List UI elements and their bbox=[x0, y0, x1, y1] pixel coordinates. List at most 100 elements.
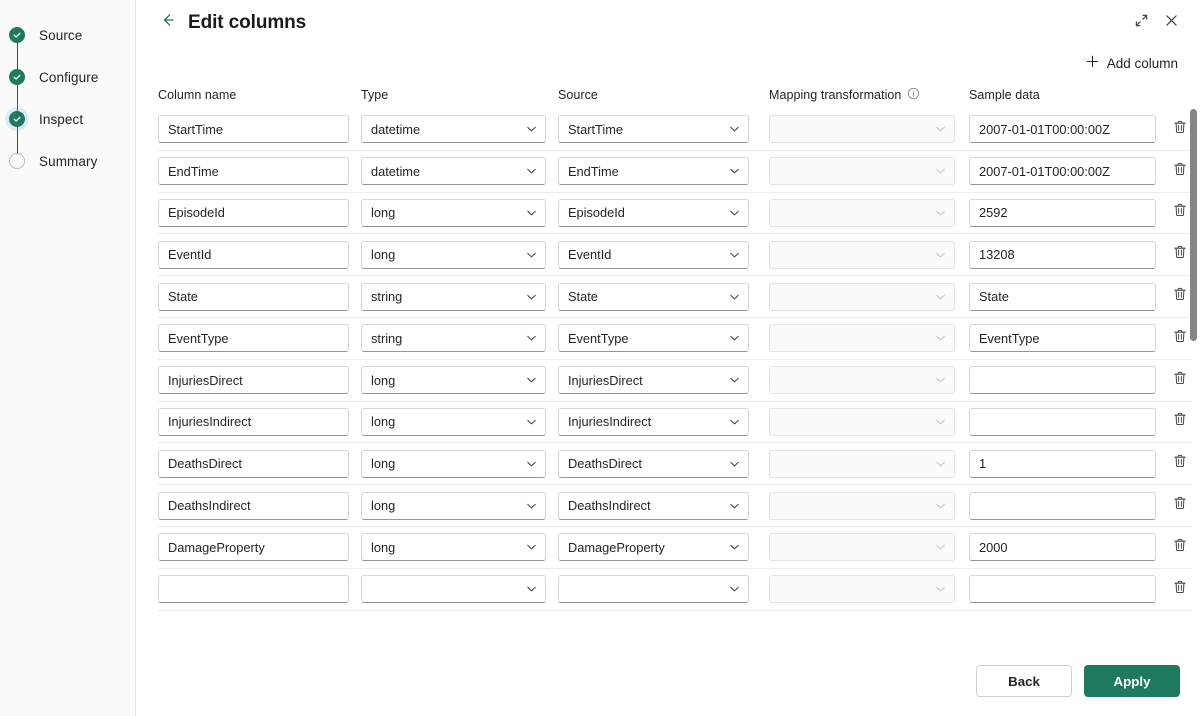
source-dropdown[interactable]: DamageProperty bbox=[558, 533, 749, 562]
mapping-transformation-dropdown[interactable] bbox=[769, 449, 955, 478]
column-name-input[interactable]: DamageProperty bbox=[158, 533, 349, 562]
header-mapping-label: Mapping transformation bbox=[769, 88, 902, 102]
close-dialog-button[interactable] bbox=[1156, 8, 1186, 38]
delete-row-button[interactable] bbox=[1167, 491, 1192, 521]
delete-row-button[interactable] bbox=[1167, 365, 1192, 395]
expand-dialog-button[interactable] bbox=[1126, 8, 1156, 38]
apply-button[interactable]: Apply bbox=[1084, 665, 1180, 697]
cell-mapping-transformation bbox=[769, 282, 969, 311]
column-name-input[interactable]: InjuriesIndirect bbox=[158, 407, 349, 436]
column-name-input[interactable]: InjuriesDirect bbox=[158, 366, 349, 395]
delete-row-button[interactable] bbox=[1167, 323, 1192, 353]
type-value: long bbox=[371, 498, 396, 514]
sample-data-input[interactable] bbox=[969, 491, 1156, 520]
type-dropdown[interactable]: datetime bbox=[361, 115, 546, 144]
back-navigation-button[interactable] bbox=[154, 9, 182, 37]
column-name-input[interactable]: EpisodeId bbox=[158, 198, 349, 227]
stepper-item-inspect[interactable]: Inspect bbox=[0, 98, 135, 140]
source-dropdown[interactable]: InjuriesDirect bbox=[558, 366, 749, 395]
source-dropdown[interactable]: EventId bbox=[558, 240, 749, 269]
sample-data-input[interactable]: State bbox=[969, 282, 1156, 311]
sample-data-input[interactable]: 2007-01-01T00:00:00Z bbox=[969, 115, 1156, 144]
sample-data-input[interactable]: EventType bbox=[969, 324, 1156, 353]
grid-scrollbar-thumb[interactable] bbox=[1190, 109, 1197, 341]
column-name-input[interactable]: EventType bbox=[158, 324, 349, 353]
type-dropdown[interactable]: long bbox=[361, 491, 546, 520]
source-dropdown[interactable]: State bbox=[558, 282, 749, 311]
mapping-transformation-dropdown[interactable] bbox=[769, 575, 955, 604]
edit-columns-dialog: Source Configure Inspect Summary Edit colum… bbox=[0, 0, 1200, 716]
source-dropdown[interactable]: EpisodeId bbox=[558, 198, 749, 227]
back-button[interactable]: Back bbox=[976, 665, 1072, 697]
source-dropdown[interactable] bbox=[558, 575, 749, 604]
chevron-down-icon bbox=[934, 165, 947, 178]
delete-row-button[interactable] bbox=[1167, 574, 1192, 604]
sample-data-input[interactable] bbox=[969, 575, 1156, 604]
type-dropdown[interactable]: long bbox=[361, 240, 546, 269]
chevron-down-icon bbox=[525, 457, 538, 470]
delete-row-button[interactable] bbox=[1167, 407, 1192, 437]
type-dropdown[interactable]: long bbox=[361, 366, 546, 395]
sample-data-input[interactable]: 2592 bbox=[969, 198, 1156, 227]
source-dropdown[interactable]: StartTime bbox=[558, 115, 749, 144]
type-dropdown[interactable]: long bbox=[361, 198, 546, 227]
chevron-down-icon bbox=[525, 206, 538, 219]
source-value: DeathsDirect bbox=[568, 456, 642, 472]
source-value: EventType bbox=[568, 330, 629, 346]
type-dropdown[interactable] bbox=[361, 575, 546, 604]
sample-data-input[interactable]: 2000 bbox=[969, 533, 1156, 562]
delete-row-button[interactable] bbox=[1167, 156, 1192, 186]
stepper-item-configure[interactable]: Configure bbox=[0, 56, 135, 98]
mapping-transformation-dropdown[interactable] bbox=[769, 324, 955, 353]
chevron-down-icon bbox=[525, 123, 538, 136]
column-name-input[interactable]: StartTime bbox=[158, 115, 349, 144]
mapping-transformation-dropdown[interactable] bbox=[769, 366, 955, 395]
type-dropdown[interactable]: string bbox=[361, 282, 546, 311]
cell-mapping-transformation bbox=[769, 157, 969, 186]
type-dropdown[interactable]: datetime bbox=[361, 157, 546, 186]
add-column-button[interactable]: Add column bbox=[1079, 50, 1184, 76]
type-dropdown[interactable]: long bbox=[361, 533, 546, 562]
mapping-transformation-dropdown[interactable] bbox=[769, 407, 955, 436]
delete-row-button[interactable] bbox=[1167, 282, 1192, 312]
mapping-transformation-dropdown[interactable] bbox=[769, 533, 955, 562]
grid-scrollbar[interactable] bbox=[1190, 109, 1197, 630]
stepper-item-summary[interactable]: Summary bbox=[0, 140, 135, 182]
delete-row-button[interactable] bbox=[1167, 449, 1192, 479]
source-dropdown[interactable]: EndTime bbox=[558, 157, 749, 186]
mapping-transformation-dropdown[interactable] bbox=[769, 491, 955, 520]
cell-type: long bbox=[361, 407, 558, 436]
mapping-transformation-dropdown[interactable] bbox=[769, 157, 955, 186]
source-dropdown[interactable]: InjuriesIndirect bbox=[558, 407, 749, 436]
column-name-input[interactable]: State bbox=[158, 282, 349, 311]
delete-row-button[interactable] bbox=[1167, 198, 1192, 228]
sample-data-input[interactable]: 1 bbox=[969, 449, 1156, 478]
source-dropdown[interactable]: DeathsIndirect bbox=[558, 491, 749, 520]
source-dropdown[interactable]: DeathsDirect bbox=[558, 449, 749, 478]
mapping-transformation-dropdown[interactable] bbox=[769, 282, 955, 311]
delete-row-button[interactable] bbox=[1167, 240, 1192, 270]
mapping-transformation-dropdown[interactable] bbox=[769, 240, 955, 269]
column-name-input[interactable] bbox=[158, 575, 349, 604]
column-name-input[interactable]: DeathsDirect bbox=[158, 449, 349, 478]
sample-data-input[interactable]: 13208 bbox=[969, 240, 1156, 269]
type-dropdown[interactable]: string bbox=[361, 324, 546, 353]
delete-row-button[interactable] bbox=[1167, 532, 1192, 562]
info-icon[interactable] bbox=[907, 87, 920, 103]
source-value: InjuriesIndirect bbox=[568, 414, 652, 430]
sample-data-input[interactable]: 2007-01-01T00:00:00Z bbox=[969, 157, 1156, 186]
type-dropdown[interactable]: long bbox=[361, 407, 546, 436]
delete-row-button[interactable] bbox=[1167, 114, 1192, 144]
cell-sample-data bbox=[969, 491, 1161, 520]
column-name-input[interactable]: EventId bbox=[158, 240, 349, 269]
type-dropdown[interactable]: long bbox=[361, 449, 546, 478]
stepper-item-source[interactable]: Source bbox=[0, 14, 135, 56]
mapping-transformation-dropdown[interactable] bbox=[769, 198, 955, 227]
mapping-transformation-dropdown[interactable] bbox=[769, 115, 955, 144]
column-name-input[interactable]: DeathsIndirect bbox=[158, 491, 349, 520]
sample-data-input[interactable] bbox=[969, 366, 1156, 395]
type-value: string bbox=[371, 330, 403, 346]
column-name-input[interactable]: EndTime bbox=[158, 157, 349, 186]
sample-data-input[interactable] bbox=[969, 407, 1156, 436]
source-dropdown[interactable]: EventType bbox=[558, 324, 749, 353]
